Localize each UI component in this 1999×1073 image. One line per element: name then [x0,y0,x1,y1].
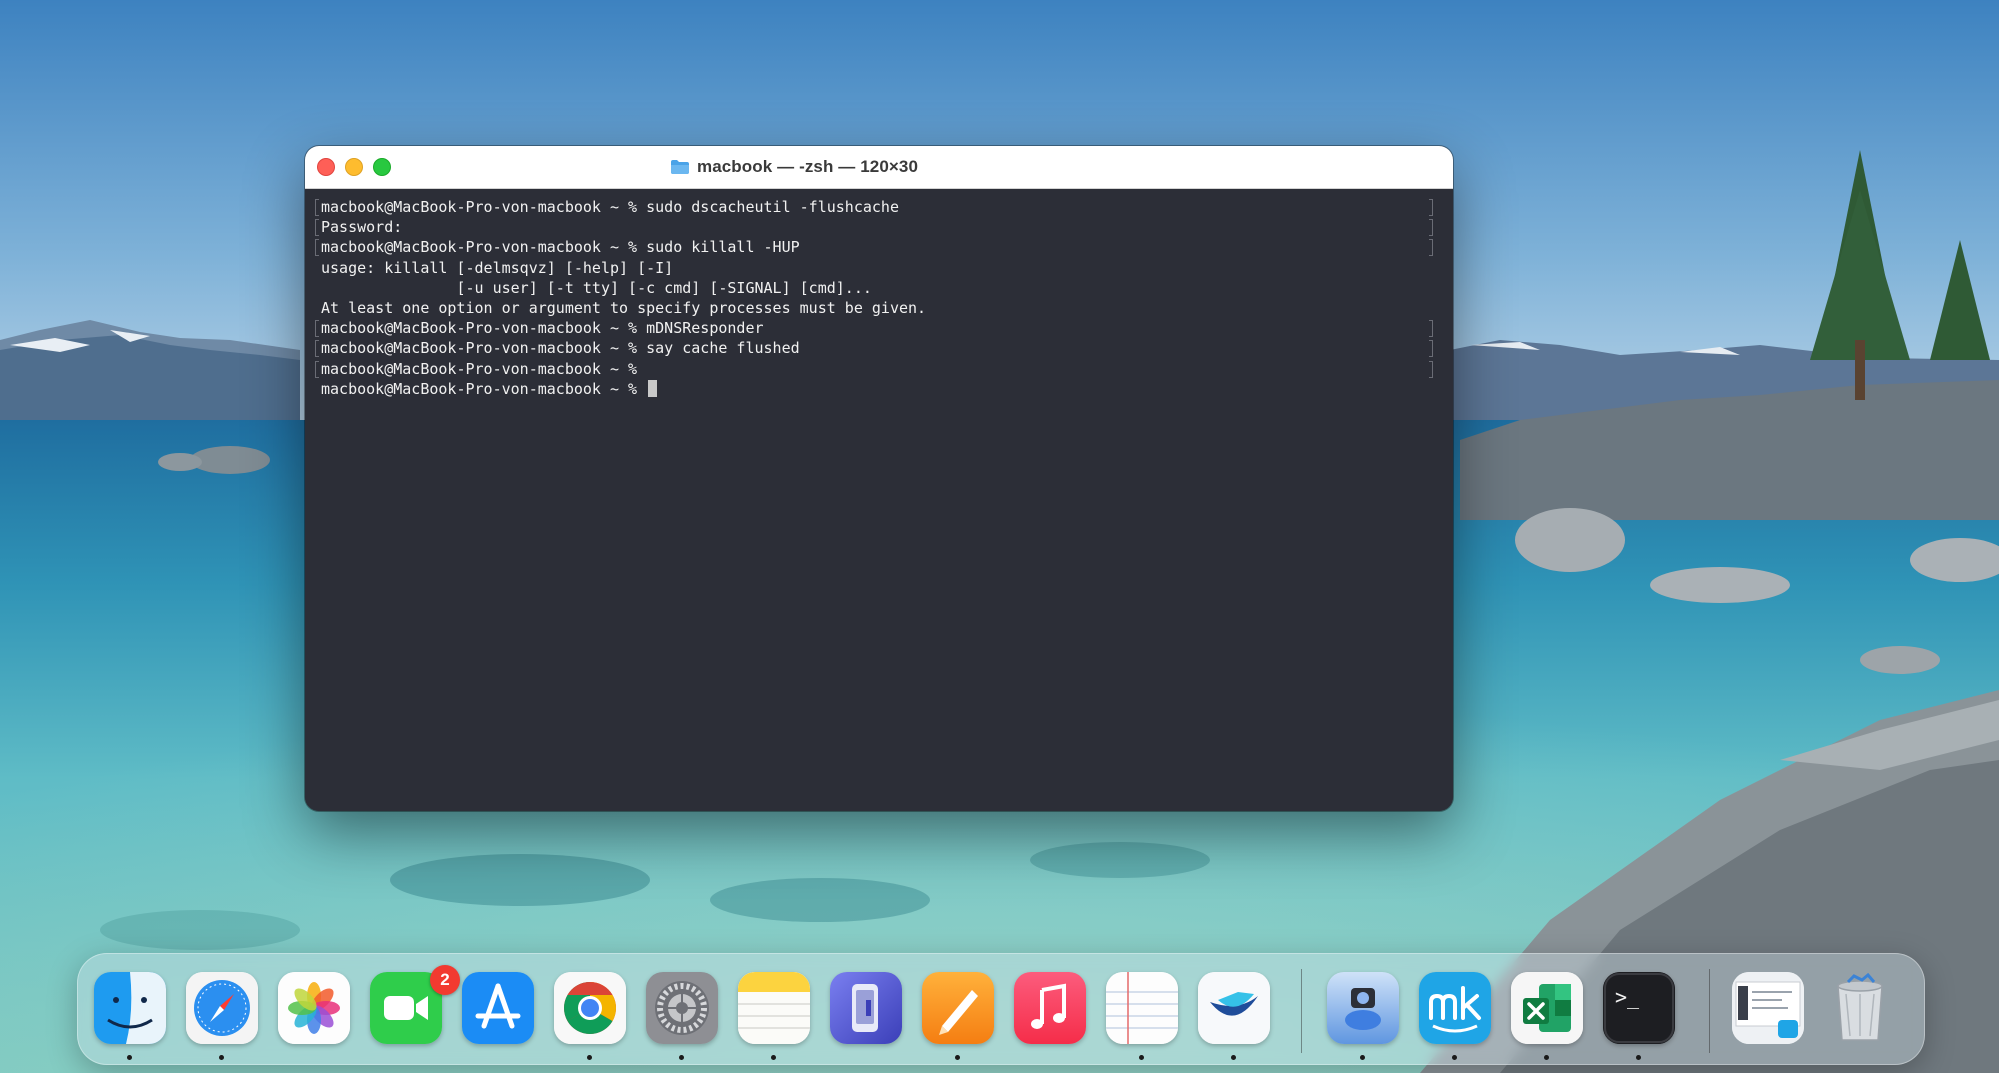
gear-icon [646,972,718,1044]
terminal-line-text: macbook@MacBook-Pro-von-macbook ~ % [321,379,647,398]
traffic-light-buttons [317,158,391,176]
terminal-window[interactable]: macbook — -zsh — 120×30 macbook@MacBook-… [305,146,1453,811]
running-indicator [955,1055,960,1060]
lens-icon [1327,972,1399,1044]
window-title-group: macbook — -zsh — 120×30 [670,157,918,177]
running-indicator [679,1055,684,1060]
terminal-glyph: >_ [1615,985,1640,1009]
running-indicator [219,1055,224,1060]
terminal-line-text: Password: [321,218,403,237]
notebook-icon [1106,972,1178,1044]
terminal-line: Password: [315,217,1433,237]
window-title: macbook — -zsh — 120×30 [696,157,919,176]
screenshot-thumbnail-icon [1732,972,1804,1044]
terminal-line-text: [-u user] [-t tty] [-c cmd] [-SIGNAL] [c… [321,278,872,297]
dock-item-safari[interactable] [186,972,258,1044]
finder-icon [94,972,166,1044]
terminal-line: macbook@MacBook-Pro-von-macbook ~ % [315,359,1433,379]
running-indicator [771,1055,776,1060]
terminal-icon: >_ [1603,972,1675,1044]
dock-item-finder[interactable] [94,972,166,1044]
trash-icon [1837,972,1883,1041]
running-indicator [1636,1055,1641,1060]
dock-divider [1709,969,1710,1053]
notification-badge: 2 [430,965,460,995]
terminal-line: macbook@MacBook-Pro-von-macbook ~ % mDNS… [315,318,1433,338]
zoom-button[interactable] [373,158,391,176]
dock-item-chrome[interactable] [554,972,626,1044]
dock-item-app-store[interactable] [462,972,534,1044]
dock-item-mail-client[interactable] [1198,972,1270,1044]
terminal-line: macbook@MacBook-Pro-von-macbook ~ % say … [315,338,1433,358]
dock-item-screenshot-stack[interactable] [1732,972,1804,1044]
dock-item-notes[interactable] [738,972,810,1044]
notes-icon [738,972,810,1044]
photos-icon [278,972,350,1044]
dock-item-configurator[interactable] [830,972,902,1044]
terminal-line-text: macbook@MacBook-Pro-von-macbook ~ % [321,359,638,378]
mk-icon [1419,972,1491,1044]
dock-item-mk-app[interactable] [1419,972,1491,1044]
terminal-line: usage: killall [-delmsqvz] [-help] [-I] [321,258,1433,278]
app-store-icon [462,972,534,1044]
terminal-line: At least one option or argument to speci… [321,298,1433,318]
running-indicator [1360,1055,1365,1060]
running-indicator [127,1055,132,1060]
minimize-button[interactable] [345,158,363,176]
running-indicator [1139,1055,1144,1060]
close-button[interactable] [317,158,335,176]
running-indicator [587,1055,592,1060]
terminal-line-text: At least one option or argument to speci… [321,298,927,317]
folder-icon [670,159,690,175]
terminal-line-text: macbook@MacBook-Pro-von-macbook ~ % mDNS… [321,319,764,338]
dock-item-music[interactable] [1014,972,1086,1044]
running-indicator [1452,1055,1457,1060]
text-cursor [648,379,658,397]
dock-item-photos[interactable] [278,972,350,1044]
terminal-line-text: usage: killall [-delmsqvz] [-help] [-I] [321,258,674,277]
dock-item-lens-app[interactable] [1327,972,1399,1044]
dock-item-notebook[interactable] [1106,972,1178,1044]
dock: 2 >_ [77,953,1925,1065]
safari-icon [186,972,258,1044]
terminal-line: macbook@MacBook-Pro-von-macbook ~ % sudo… [315,237,1433,257]
dock-item-trash[interactable] [1824,972,1896,1044]
terminal-output[interactable]: macbook@MacBook-Pro-von-macbook ~ % sudo… [305,189,1453,811]
dock-item-excel[interactable] [1511,972,1583,1044]
terminal-lines: macbook@MacBook-Pro-von-macbook ~ % sudo… [315,197,1433,399]
terminal-line: [-u user] [-t tty] [-c cmd] [-SIGNAL] [c… [321,278,1433,298]
running-indicator [1231,1055,1236,1060]
terminal-line: macbook@MacBook-Pro-von-macbook ~ % sudo… [315,197,1433,217]
dock-divider [1301,969,1302,1053]
dock-item-pages[interactable] [922,972,994,1044]
running-indicator [1544,1055,1549,1060]
dock-item-system-settings[interactable] [646,972,718,1044]
chrome-icon [554,972,626,1044]
paper-plane-icon [1198,972,1270,1044]
terminal-line-text: macbook@MacBook-Pro-von-macbook ~ % say … [321,339,800,358]
pages-icon [922,972,994,1044]
terminal-prompt-line: macbook@MacBook-Pro-von-macbook ~ % [321,379,1433,399]
music-icon [1014,972,1086,1044]
dock-item-terminal[interactable]: >_ [1603,972,1675,1044]
terminal-line-text: macbook@MacBook-Pro-von-macbook ~ % sudo… [321,238,800,257]
window-titlebar[interactable]: macbook — -zsh — 120×30 [305,146,1453,189]
excel-icon [1511,972,1583,1044]
terminal-line-text: macbook@MacBook-Pro-von-macbook ~ % sudo… [321,198,899,216]
device-icon [830,972,902,1044]
